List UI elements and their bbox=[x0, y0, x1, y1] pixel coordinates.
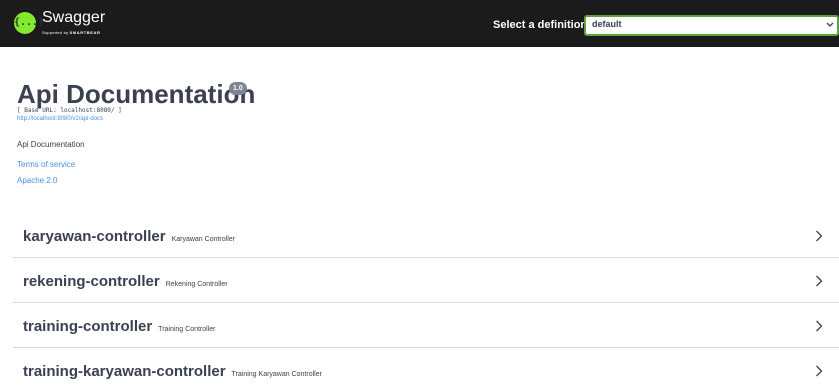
terms-of-service-link[interactable]: Terms of service bbox=[17, 160, 75, 169]
chevron-right-icon[interactable] bbox=[815, 230, 823, 242]
definition-label: Select a definition bbox=[493, 19, 588, 31]
api-description: Api Documentation bbox=[17, 140, 85, 149]
definition-select[interactable]: default bbox=[584, 15, 839, 36]
brand-name: Swagger bbox=[42, 9, 106, 26]
brand-tagline-company: SMARTBEAR bbox=[69, 30, 101, 35]
tag-section-training-controller[interactable]: training-controller Training Controller bbox=[13, 303, 839, 348]
tag-title: karyawan-controller bbox=[23, 228, 166, 245]
tag-description: Karyawan Controller bbox=[171, 236, 235, 243]
chevron-right-icon[interactable] bbox=[815, 365, 823, 377]
tag-name: training-karyawan-controller Training Kar… bbox=[23, 363, 322, 380]
tag-description: Rekening Controller bbox=[165, 281, 228, 288]
tag-name: karyawan-controller Karyawan Controller bbox=[23, 228, 235, 245]
chevron-down-icon bbox=[826, 22, 834, 27]
tag-name: training-controller Training Controller bbox=[23, 318, 216, 335]
topbar: {...} Swagger Supported by SMARTBEAR Sel… bbox=[0, 0, 839, 47]
api-docs-link[interactable]: http://localhost:8080/v2/api-docs bbox=[17, 116, 103, 122]
tag-section-rekening-controller[interactable]: rekening-controller Rekening Controller bbox=[13, 258, 839, 303]
tag-section-training-karyawan-controller[interactable]: training-karyawan-controller Training Kar… bbox=[13, 348, 839, 385]
tag-title: rekening-controller bbox=[23, 273, 160, 290]
definition-selected-value: default bbox=[592, 19, 622, 29]
base-url: [ Base URL: localhost:8080/ ] bbox=[17, 107, 122, 114]
version-badge: 1.0 bbox=[229, 82, 247, 95]
chevron-right-icon[interactable] bbox=[815, 275, 823, 287]
brand-tagline: Supported by SMARTBEAR bbox=[42, 30, 100, 35]
chevron-right-icon[interactable] bbox=[815, 320, 823, 332]
tag-title: training-karyawan-controller bbox=[23, 363, 226, 380]
brand-tagline-prefix: Supported by bbox=[42, 30, 69, 35]
page-title: Api Documentation bbox=[17, 79, 256, 109]
tag-title: training-controller bbox=[23, 318, 153, 335]
logo-glyph: {...} bbox=[14, 17, 45, 28]
tag-description: Training Karyawan Controller bbox=[231, 371, 322, 378]
tag-name: rekening-controller Rekening Controller bbox=[23, 273, 228, 290]
license-link[interactable]: Apache 2.0 bbox=[17, 176, 57, 185]
tag-section-karyawan-controller[interactable]: karyawan-controller Karyawan Controller bbox=[13, 213, 839, 258]
tag-description: Training Controller bbox=[158, 326, 216, 333]
